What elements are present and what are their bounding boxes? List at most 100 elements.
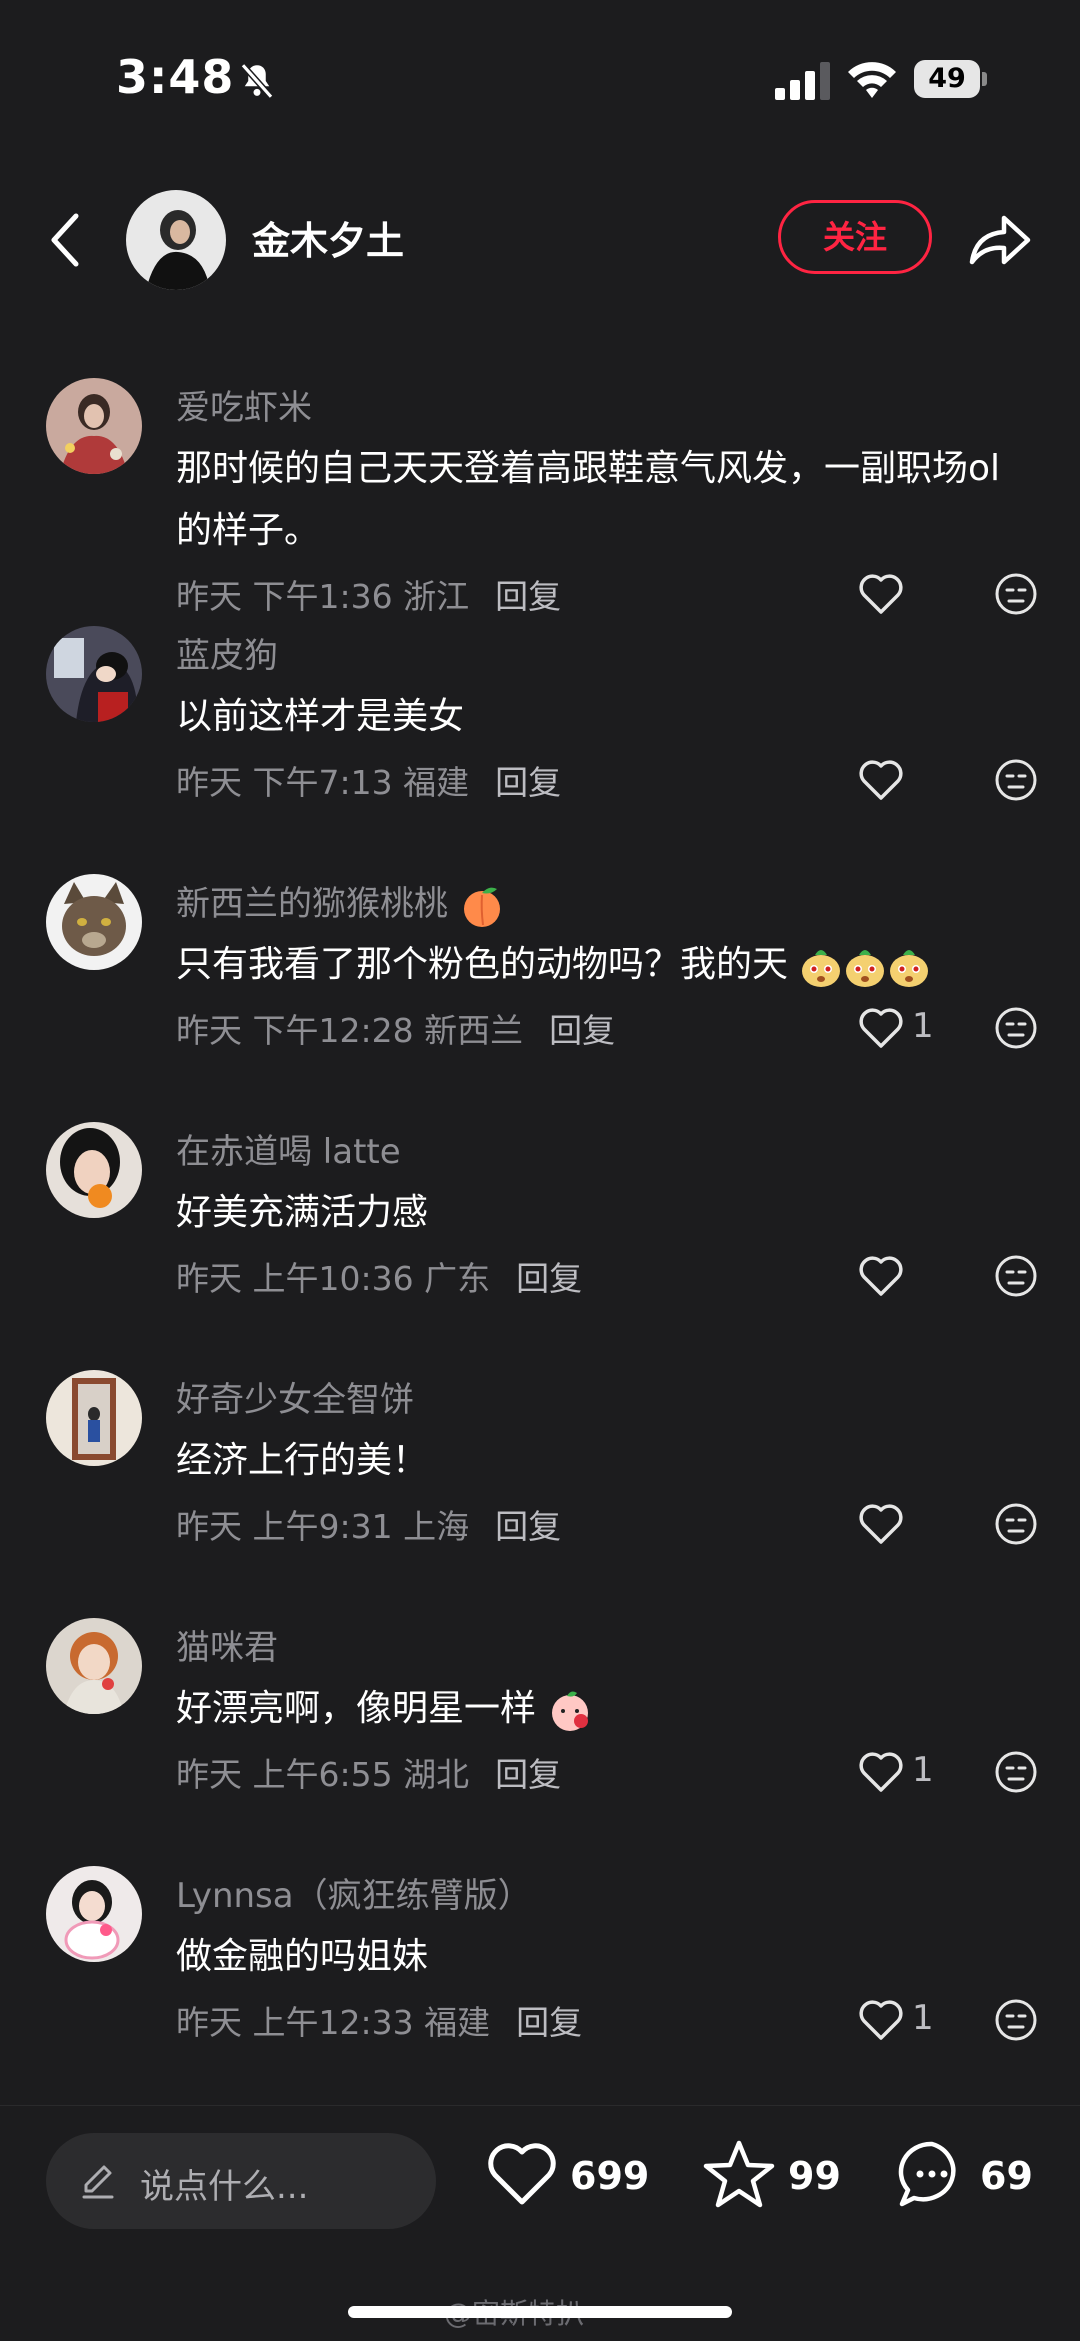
pencil-icon [82,2165,114,2199]
comment-text: 以前这样才是美女 [176,696,465,737]
favorite-count: 99 [788,2154,841,2198]
commenter-name[interactable]: 在赤道喝 latte [176,1124,401,1173]
star-icon[interactable] [702,2138,776,2210]
heart-icon[interactable] [858,1006,904,1050]
home-indicator[interactable] [348,2306,732,2318]
commenter-name[interactable]: 蓝皮狗 [176,628,278,677]
dislike-face-icon[interactable] [994,1750,1038,1794]
cellular-signal-icon [775,62,830,100]
battery-icon: 49 [914,60,988,98]
battery-level: 49 [914,60,980,98]
comment-bubble-icon[interactable] [896,2138,968,2210]
commenter-avatar[interactable] [46,874,142,970]
comment-text: 只有我看了那个粉色的动物吗？我的天 [176,934,1036,996]
reply-button[interactable]: 回复 [549,1011,615,1050]
author-avatar[interactable] [126,190,226,290]
comment-time-location: 昨天 下午1:36 浙江 [176,577,470,616]
comment-item: 爱吃虾米 那时候的自己天天登着高跟鞋意气风发，一副职场ol 的样子。 昨天 下午… [0,370,1080,618]
comment-time-location: 昨天 上午6:55 湖北 [176,1755,470,1794]
heart-icon[interactable] [858,1254,904,1298]
reply-button[interactable]: 回复 [516,1259,582,1298]
commenter-avatar[interactable] [46,1618,142,1714]
peach-emoji-icon [463,887,500,927]
commenter-name-text: 新西兰的猕猴桃桃 [176,884,448,924]
reply-button[interactable]: 回复 [495,577,561,616]
comment-item: Lynnsa（疯狂练臂版） 做金融的吗姐妹 昨天 上午12:33 福建 回复 1 [0,1858,1080,2105]
comment-time-location: 昨天 上午12:33 福建 [176,2003,491,2042]
comment-item: 猫咪君 好漂亮啊，像明星一样 昨天 上午6:55 湖北 回复 1 [0,1610,1080,1858]
commenter-name[interactable]: Lynnsa（疯狂练臂版） [176,1868,532,1917]
heart-icon[interactable] [858,1998,904,2042]
heart-icon[interactable] [858,1502,904,1546]
commenter-name[interactable]: 猫咪君 [176,1620,278,1669]
like-count: 1 [912,1750,934,1790]
comment-item: 在赤道喝 latte 好美充满活力感 昨天 上午10:36 广东 回复 [0,1114,1080,1362]
dog-emoji-icon [802,950,841,987]
heart-icon[interactable] [858,758,904,802]
commenter-avatar[interactable] [46,1866,142,1962]
like-heart-icon[interactable] [486,2140,558,2208]
commenter-avatar[interactable] [46,626,142,722]
comment-time-location: 昨天 下午7:13 福建 [176,763,470,802]
battery-cap [982,72,987,86]
comment-list[interactable]: 爱吃虾米 那时候的自己天天登着高跟鞋意气风发，一副职场ol 的样子。 昨天 下午… [0,370,1080,2105]
dislike-face-icon[interactable] [994,1998,1038,2042]
dislike-face-icon[interactable] [994,1006,1038,1050]
comment-text-content: 只有我看了那个粉色的动物吗？我的天 [176,944,789,985]
status-time: 3:48 [116,50,235,104]
comment-meta: 昨天 上午12:33 福建 回复 [176,1996,582,2044]
comment-count: 69 [980,2154,1033,2198]
comment-text: 做金融的吗姐妹 [176,1936,429,1977]
commenter-avatar[interactable] [46,378,142,474]
dog-emoji-icon [890,950,929,987]
follow-button[interactable]: 关注 [778,200,932,274]
blushing-peach-emoji-icon [552,1691,589,1731]
commenter-name[interactable]: 好奇少女全智饼 [176,1372,414,1421]
comment-item: 好奇少女全智饼 经济上行的美！ 昨天 上午9:31 上海 回复 [0,1362,1080,1610]
screen: 3:48 49 金木夕土 关注 爱吃虾米 那时候的自己天天登着高跟鞋意气风发，一… [0,0,1080,2341]
comment-text: 经济上行的美！ [176,1440,429,1481]
back-arrow-icon[interactable] [46,210,86,270]
reply-button[interactable]: 回复 [516,2003,582,2042]
comment-item: 新西兰的猕猴桃桃 只有我看了那个粉色的动物吗？我的天 昨天 下午12:28 新西… [0,866,1080,1114]
bell-muted-icon [240,63,274,99]
comment-time-location: 昨天 上午9:31 上海 [176,1507,470,1546]
heart-icon[interactable] [858,572,904,616]
dislike-face-icon[interactable] [994,572,1038,616]
comment-text: 好美充满活力感 [176,1192,429,1233]
comment-input-placeholder: 说点什么... [140,2167,309,2207]
commenter-name[interactable]: 新西兰的猕猴桃桃 [176,876,505,929]
reply-button[interactable]: 回复 [495,763,561,802]
status-bar: 3:48 49 [0,0,1080,150]
dislike-face-icon[interactable] [994,758,1038,802]
post-header: 金木夕土 关注 [0,180,1080,300]
author-name[interactable]: 金木夕土 [252,210,404,265]
comment-text: 好漂亮啊，像明星一样 [176,1678,1036,1740]
comment-text: 那时候的自己天天登着高跟鞋意气风发，一副职场ol 的样子。 [176,448,1001,551]
wifi-icon [848,62,896,98]
commenter-avatar[interactable] [46,1122,142,1218]
like-count: 1 [912,1006,934,1046]
commenter-avatar[interactable] [46,1370,142,1466]
comment-input[interactable]: 说点什么... [46,2133,436,2229]
dislike-face-icon[interactable] [994,1502,1038,1546]
comment-time-location: 昨天 下午12:28 新西兰 [176,1011,524,1050]
comment-meta: 昨天 下午1:36 浙江 回复 [176,570,561,618]
comment-meta: 昨天 上午9:31 上海 回复 [176,1500,561,1548]
comment-meta: 昨天 上午10:36 广东 回复 [176,1252,582,1300]
like-count-total: 699 [570,2154,650,2198]
comment-meta: 昨天 下午7:13 福建 回复 [176,756,561,804]
comment-item: 蓝皮狗 以前这样才是美女 昨天 下午7:13 福建 回复 [0,618,1080,866]
heart-icon[interactable] [858,1750,904,1794]
dog-emoji-icon [846,950,885,987]
reply-button[interactable]: 回复 [495,1507,561,1546]
commenter-name[interactable]: 爱吃虾米 [176,380,312,429]
share-icon[interactable] [966,208,1032,270]
like-count: 1 [912,1998,934,2038]
comment-time-location: 昨天 上午10:36 广东 [176,1259,491,1298]
comment-text-content: 好漂亮啊，像明星一样 [176,1688,537,1729]
dislike-face-icon[interactable] [994,1254,1038,1298]
comment-meta: 昨天 下午12:28 新西兰 回复 [176,1004,615,1052]
comment-meta: 昨天 上午6:55 湖北 回复 [176,1748,561,1796]
reply-button[interactable]: 回复 [495,1755,561,1794]
